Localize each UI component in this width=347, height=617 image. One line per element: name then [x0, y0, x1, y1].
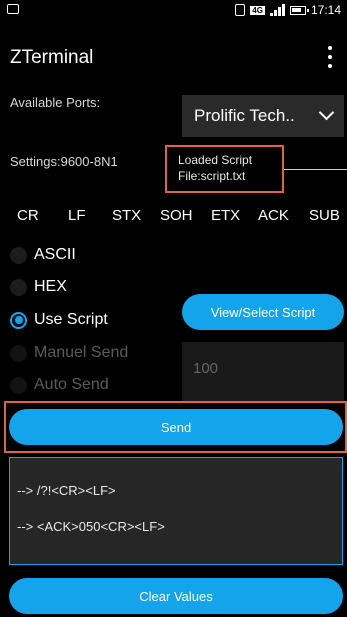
mode-use-script-label: Use Script — [34, 311, 108, 328]
vibrate-icon — [235, 4, 246, 16]
mode-hex-label: HEX — [34, 278, 67, 295]
notification-icon — [7, 4, 19, 14]
ack-button[interactable]: ACK — [258, 207, 289, 224]
app-title: ZTerminal — [10, 47, 94, 68]
network-type: 4G — [250, 5, 265, 15]
output-log[interactable]: --> /?!<CR><LF> --> <ACK>050<CR><LF> — [9, 457, 343, 565]
interval-input[interactable]: 100 — [182, 342, 344, 402]
status-bar: 4G 17:14 — [0, 0, 347, 20]
cr-button[interactable]: CR — [17, 207, 39, 224]
radio-icon — [10, 246, 27, 264]
clear-values-button[interactable]: Clear Values — [9, 578, 343, 614]
settings-text: Settings:9600-8N1 — [10, 154, 118, 169]
loaded-script-box: Loaded Script File:script.txt — [165, 145, 284, 193]
mode-manuel-send-label: Manuel Send — [34, 344, 129, 361]
lf-button[interactable]: LF — [68, 207, 86, 224]
radio-icon — [10, 278, 27, 296]
soh-button[interactable]: SOH — [160, 207, 193, 224]
overflow-menu-icon[interactable] — [327, 46, 333, 68]
output-line: --> /?!<CR><LF> — [17, 483, 116, 498]
output-line: --> <ACK>050<CR><LF> — [17, 519, 165, 534]
mode-ascii[interactable]: ASCII — [10, 242, 310, 268]
sub-button[interactable]: SUB — [309, 207, 340, 224]
battery-icon — [289, 5, 309, 15]
radio-icon — [10, 344, 27, 362]
stx-button[interactable]: STX — [112, 207, 141, 224]
mode-auto-send-label: Auto Send — [34, 376, 109, 393]
etx-button[interactable]: ETX — [211, 207, 240, 224]
mode-ascii-label: ASCII — [34, 246, 76, 263]
annotation-line — [284, 169, 347, 170]
clock: 17:14 — [310, 3, 341, 17]
available-ports-label: Available Ports: — [10, 95, 101, 110]
chevron-down-icon — [318, 104, 335, 121]
loaded-script-title: Loaded Script — [178, 153, 253, 167]
radio-icon — [10, 376, 27, 394]
loaded-script-file: File:script.txt — [178, 169, 246, 183]
interval-input-placeholder: 100 — [193, 360, 219, 377]
view-select-script-button[interactable]: View/Select Script — [182, 294, 344, 330]
radio-selected-icon — [10, 311, 27, 329]
signal-icon — [269, 4, 285, 16]
port-dropdown-value: Prolific Tech.. — [194, 106, 295, 125]
port-dropdown[interactable]: Prolific Tech.. — [182, 95, 344, 137]
send-button[interactable]: Send — [9, 409, 343, 445]
